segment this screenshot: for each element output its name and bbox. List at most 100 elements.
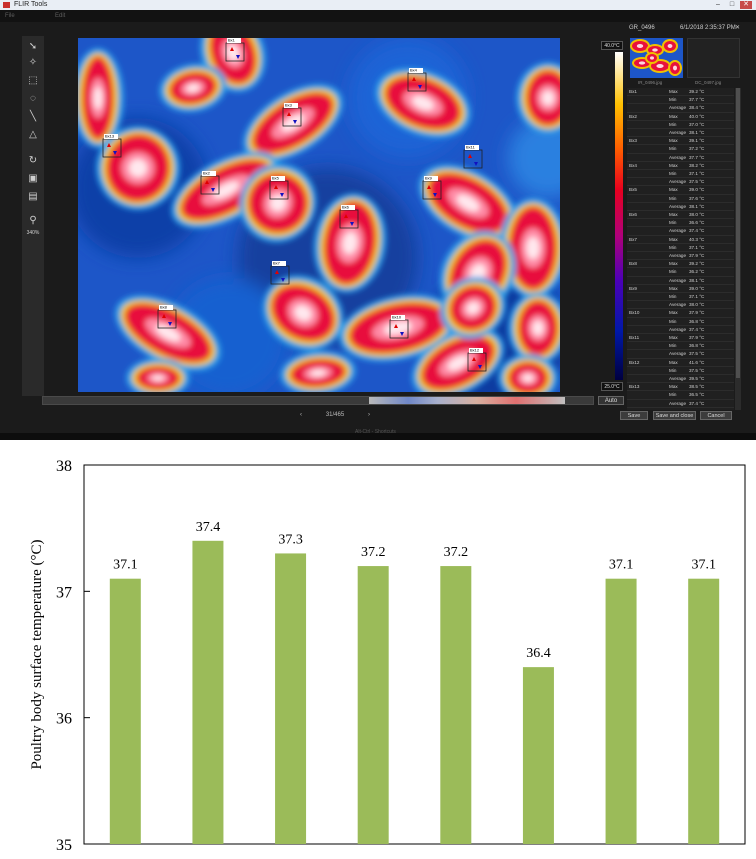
save-and-close-button[interactable]: Save and close <box>653 411 696 420</box>
window-title: FLIR Tools <box>14 1 48 8</box>
table-row[interactable]: Min 37.2 °C <box>627 145 734 154</box>
layer-icon[interactable]: ▤ <box>25 190 41 204</box>
svg-text:Bx1: Bx1 <box>228 38 236 43</box>
row-stat-name: Average <box>669 277 687 283</box>
menu-file[interactable]: File <box>5 10 15 22</box>
table-row[interactable]: Min 36.5 °C <box>627 391 734 400</box>
table-row[interactable]: Bx3 Max 39.1 °C <box>627 137 734 146</box>
table-row[interactable]: Bx1 Max 39.2 °C <box>627 88 734 97</box>
y-tick-label: 38 <box>56 458 72 475</box>
bar <box>605 578 637 844</box>
rotate-icon[interactable]: ↻ <box>25 154 41 168</box>
table-row[interactable]: Average 38.0 °C <box>627 301 734 310</box>
close-panel-icon[interactable]: ✕ <box>735 22 740 34</box>
scrollbar-thumb[interactable] <box>736 88 740 378</box>
row-stat-value: 37.2 °C <box>689 146 705 152</box>
arrow-pointer-icon[interactable]: ➘ <box>25 40 41 54</box>
table-row[interactable]: Average 37.4 °C <box>627 326 734 334</box>
maximize-button[interactable]: □ <box>726 1 738 9</box>
ellipse-tool-icon[interactable]: ◌ <box>25 92 41 106</box>
table-row[interactable]: Bx13 Max 38.5 °C <box>627 383 734 392</box>
table-row[interactable]: Min 37.0 °C <box>627 121 734 129</box>
box-tool-icon[interactable]: ⬚ <box>25 74 41 88</box>
bar <box>688 578 720 844</box>
table-row[interactable]: Average 37.5 °C <box>627 178 734 187</box>
table-row[interactable]: Bx12 Max 41.6 °C <box>627 359 734 367</box>
table-row[interactable]: Bx4 Max 38.2 °C <box>627 162 734 170</box>
close-window-button[interactable]: ✕ <box>740 1 752 9</box>
menu-edit[interactable]: Edit <box>55 10 65 22</box>
row-stat-value: 38.1 °C <box>689 130 705 135</box>
table-row[interactable]: Bx10 Max 37.9 °C <box>627 309 734 318</box>
table-row[interactable]: Average 37.5 °C <box>627 350 734 359</box>
next-image-button[interactable]: › <box>368 410 370 420</box>
table-row[interactable]: Min 36.6 °C <box>627 219 734 228</box>
table-row[interactable]: Bx7 Max 40.3 °C <box>627 236 734 244</box>
row-box-name: Bx12 <box>629 359 640 365</box>
bar <box>109 578 141 844</box>
scale-max-label[interactable]: 40.0°C <box>601 41 623 50</box>
table-row[interactable]: Average 37.4 °C <box>627 227 734 236</box>
row-stat-value: 37.1 °C <box>689 171 705 176</box>
table-row[interactable]: Bx2 Max 40.0 °C <box>627 113 734 121</box>
table-row[interactable]: Min 37.7 °C <box>627 96 734 105</box>
page-indicator: 31/465 <box>325 412 345 418</box>
zoom-icon[interactable]: ⚲ <box>25 214 41 228</box>
row-stat-name: Max <box>669 285 678 291</box>
palette-icon[interactable]: ▣ <box>25 172 41 186</box>
table-row[interactable]: Average 38.4 °C <box>627 104 734 113</box>
table-row[interactable]: Average 38.1 °C <box>627 277 734 285</box>
bar-data-label: 37.1 <box>609 558 634 573</box>
row-stat-name: Average <box>669 179 687 185</box>
table-row[interactable]: Min 37.5 °C <box>627 367 734 375</box>
row-stat-value: 41.6 °C <box>689 359 705 365</box>
scale-min-label[interactable]: 25.0°C <box>601 382 623 391</box>
table-row[interactable]: Min 37.6 °C <box>627 195 734 203</box>
table-row[interactable]: Min 36.2 °C <box>627 268 734 277</box>
table-row[interactable]: Min 37.1 °C <box>627 170 734 179</box>
previous-image-button[interactable]: ‹ <box>300 410 302 420</box>
table-row[interactable]: Bx11 Max 37.9 °C <box>627 334 734 343</box>
table-row[interactable]: Min 37.1 °C <box>627 293 734 302</box>
minimize-button[interactable]: – <box>712 1 724 9</box>
table-row[interactable]: Bx8 Max 39.2 °C <box>627 260 734 269</box>
row-stat-name: Average <box>669 253 687 258</box>
row-stat-value: 40.3 °C <box>689 236 705 242</box>
table-row[interactable]: Min 36.8 °C <box>627 342 734 351</box>
row-stat-name: Min <box>669 244 677 250</box>
row-box-name: Bx5 <box>629 187 637 193</box>
visual-thumbnail[interactable] <box>687 38 740 78</box>
row-box-name: Bx6 <box>629 212 637 217</box>
level-span-handle[interactable] <box>369 397 565 404</box>
spot-meter-icon[interactable]: ✧ <box>25 56 41 70</box>
row-stat-name: Min <box>669 392 677 398</box>
row-stat-value: 39.0 °C <box>689 187 705 193</box>
level-span-slider[interactable] <box>42 396 594 405</box>
auto-scale-button[interactable]: Auto <box>598 396 624 405</box>
table-row[interactable]: Bx9 Max 39.0 °C <box>627 285 734 293</box>
line-tool-icon[interactable]: ╲ <box>25 110 41 124</box>
table-row[interactable]: Average 37.4 °C <box>627 400 734 408</box>
table-row[interactable]: Average 39.5 °C <box>627 375 734 384</box>
cancel-button[interactable]: Cancel <box>700 411 732 420</box>
measurement-box[interactable]: Bx11 <box>463 145 483 169</box>
ir-thumbnail[interactable] <box>630 38 683 78</box>
table-row[interactable]: Bx5 Max 39.0 °C <box>627 186 734 195</box>
measurement-table-scrollbar[interactable] <box>735 88 741 410</box>
table-row[interactable]: Average 38.1 °C <box>627 129 734 138</box>
table-row[interactable]: Average 37.9 °C <box>627 252 734 261</box>
table-row[interactable]: Bx6 Max 38.0 °C <box>627 211 734 220</box>
table-row[interactable]: Min 36.8 °C <box>627 318 734 326</box>
row-stat-name: Max <box>669 359 678 365</box>
row-stat-value: 38.2 °C <box>689 162 705 168</box>
thermal-image[interactable]: Bx1 Bx3 Bx2 Bx5 Bx4 Bx9 Bx11 Bx6 Bx7 Bx8 Bx10 Bx12 B… <box>78 38 560 392</box>
row-stat-name: Max <box>669 236 678 242</box>
row-box-name: Bx1 <box>629 89 637 94</box>
save-button[interactable]: Save <box>620 411 648 420</box>
table-row[interactable]: Min 37.1 °C <box>627 244 734 252</box>
triangle-tool-icon[interactable]: △ <box>25 128 41 142</box>
row-box-name: Bx3 <box>629 138 637 144</box>
table-row[interactable]: Average 37.7 °C <box>627 154 734 162</box>
row-box-name: Bx7 <box>629 236 637 242</box>
table-row[interactable]: Average 38.1 °C <box>627 203 734 211</box>
